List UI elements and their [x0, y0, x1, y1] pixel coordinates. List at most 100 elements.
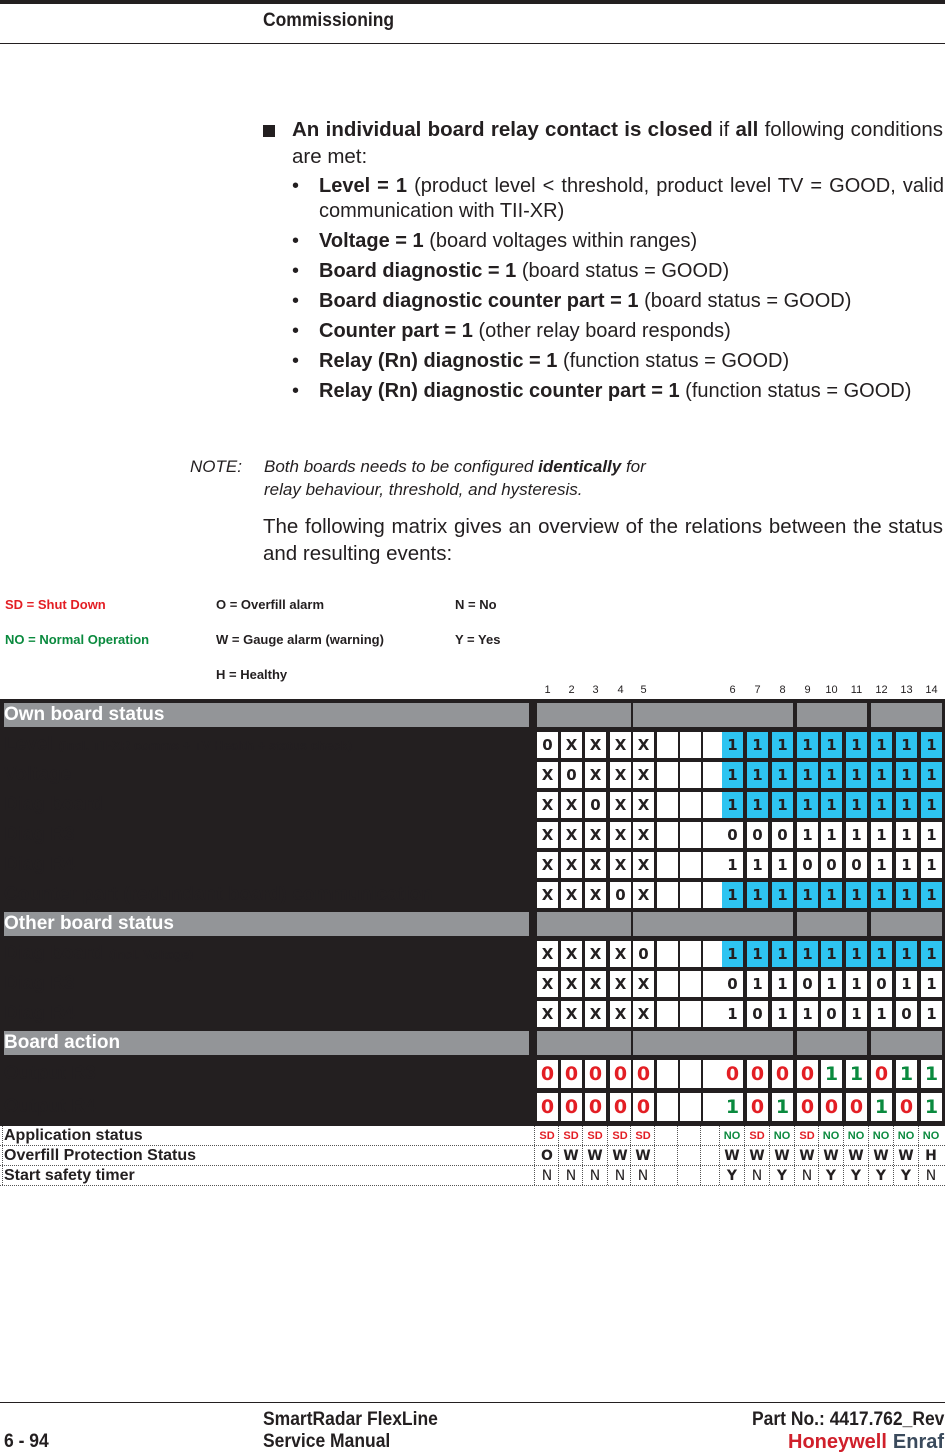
bullet-icon: • — [292, 350, 300, 372]
matrix-cell: H — [918, 1146, 943, 1165]
matrix-cell: 1 — [896, 941, 917, 967]
column-number: 10 — [825, 684, 838, 696]
matrix-cell: 1 — [747, 971, 768, 997]
matrix-cell: SD — [630, 1126, 655, 1145]
matrix-cell: 0 — [633, 1060, 654, 1088]
matrix-cell: X — [537, 792, 558, 818]
matrix-cell: 0 — [797, 971, 818, 997]
matrix-cell — [657, 882, 678, 908]
section-band — [871, 912, 942, 936]
row-label-bg — [4, 852, 529, 878]
matrix-cell: X — [537, 941, 558, 967]
column-number: 13 — [900, 684, 913, 696]
matrix-cell: W — [893, 1146, 918, 1165]
matrix-cell: NO — [769, 1126, 794, 1145]
matrix-cell: 1 — [896, 1060, 917, 1088]
matrix-row: Output R3 0 0 0 0 0 0 0 0 0 1 1 0 1 1 — [0, 1060, 945, 1088]
row-label: Diag R4 — [4, 1003, 75, 1024]
matrix-cell: 1 — [846, 822, 867, 848]
matrix-cell: 1 — [871, 762, 892, 788]
matrix-cell: 0 — [797, 852, 818, 878]
matrix-cell — [680, 971, 701, 997]
condition-item: • Level = 1 (product level < threshold, p… — [292, 175, 944, 222]
matrix-cell: 1 — [747, 792, 768, 818]
matrix-cell: 0 — [537, 1093, 558, 1121]
main-bullet-text: An individual board relay contact is clo… — [292, 118, 943, 168]
matrix-cell: NO — [893, 1126, 918, 1145]
matrix-cell: SD — [794, 1126, 819, 1145]
footer-part-number: Part No.: 4417.762_Rev07 — [752, 1409, 945, 1430]
matrix-cell — [680, 1001, 701, 1027]
condition-item: • Voltage = 1 (board voltages within rang… — [292, 230, 698, 252]
page-header-title: Commissioning — [263, 10, 395, 31]
row-label: Level (incl. TII-XR comms + TV Health + s… — [4, 734, 352, 755]
footer-manual: Service Manual — [263, 1431, 391, 1452]
matrix-cell: 0 — [585, 1093, 606, 1121]
matrix-cell — [657, 732, 678, 758]
legend-no: NO = Normal Operation — [5, 632, 150, 647]
matrix-cell: X — [633, 792, 654, 818]
row-label: Board action — [4, 1032, 121, 1053]
matrix-row: Application status SD SD SD SD SD NO SD NO SD NO NO… — [0, 1126, 945, 1146]
legend-y: Y = Yes — [455, 632, 501, 647]
matrix-cell: 1 — [722, 1093, 743, 1121]
matrix-cell: X — [633, 762, 654, 788]
bullet-icon: • — [292, 380, 300, 402]
matrix-cell — [680, 1093, 701, 1121]
matrix-cell: X — [610, 792, 631, 818]
matrix-cell: 1 — [896, 852, 917, 878]
matrix-cell: W — [769, 1146, 794, 1165]
matrix-cell: X — [610, 941, 631, 967]
matrix-cell: NO — [918, 1126, 943, 1145]
matrix-cell — [703, 1001, 724, 1027]
matrix-cell: 0 — [722, 1060, 743, 1088]
matrix-cell: W — [818, 1146, 843, 1165]
matrix-cell: 1 — [871, 941, 892, 967]
matrix-cell: X — [561, 941, 582, 967]
matrix-cell: 1 — [921, 852, 942, 878]
matrix-cell: Y — [893, 1166, 918, 1185]
matrix-cell — [654, 1146, 679, 1165]
matrix-cell: 1 — [797, 1001, 818, 1027]
matrix-cell — [657, 941, 678, 967]
section-header-row: Board action — [0, 1031, 945, 1055]
column-number: 3 — [592, 684, 599, 696]
matrix-cell: 0 — [797, 1060, 818, 1088]
matrix-cell — [654, 1166, 679, 1185]
column-number: 8 — [779, 684, 786, 696]
matrix-cell: 1 — [846, 971, 867, 997]
matrix-cell: N — [534, 1166, 559, 1185]
matrix-row: Diag R4 X X X X X 1 1 1 0 0 0 1 1 1 — [0, 852, 945, 878]
matrix-cell — [703, 1093, 724, 1121]
matrix-cell: W — [868, 1146, 893, 1165]
matrix-cell: 1 — [772, 1001, 793, 1027]
matrix-cell: 0 — [896, 1001, 917, 1027]
matrix-cell: 1 — [846, 732, 867, 758]
matrix-cell: 0 — [871, 1060, 892, 1088]
matrix-cell — [657, 762, 678, 788]
matrix-cell: 1 — [747, 941, 768, 967]
matrix-cell — [680, 822, 701, 848]
matrix-cell: 0 — [846, 1093, 867, 1121]
matrix-cell: X — [633, 971, 654, 997]
bullet-icon: • — [292, 230, 300, 252]
legend-sd: SD = Shut Down — [5, 597, 106, 612]
matrix-cell: NO — [818, 1126, 843, 1145]
matrix-cell: 1 — [871, 732, 892, 758]
matrix-cell: X — [585, 882, 606, 908]
matrix-cell: 1 — [797, 762, 818, 788]
section-band — [537, 1031, 631, 1055]
matrix-cell: W — [744, 1146, 769, 1165]
section-band — [871, 1031, 942, 1055]
matrix-cell: 0 — [722, 822, 743, 848]
matrix-cell: 1 — [896, 792, 917, 818]
row-label: Start safety timer — [4, 1166, 135, 1184]
row-label-bg — [4, 971, 529, 997]
matrix-cell: 1 — [747, 762, 768, 788]
matrix-cell: 1 — [871, 1001, 892, 1027]
matrix-cell — [703, 852, 724, 878]
condition-item: • Board diagnostic = 1 (board status = GO… — [292, 260, 730, 282]
matrix-cell: X — [537, 1001, 558, 1027]
column-number: 2 — [568, 684, 575, 696]
matrix-cell: 1 — [921, 732, 942, 758]
